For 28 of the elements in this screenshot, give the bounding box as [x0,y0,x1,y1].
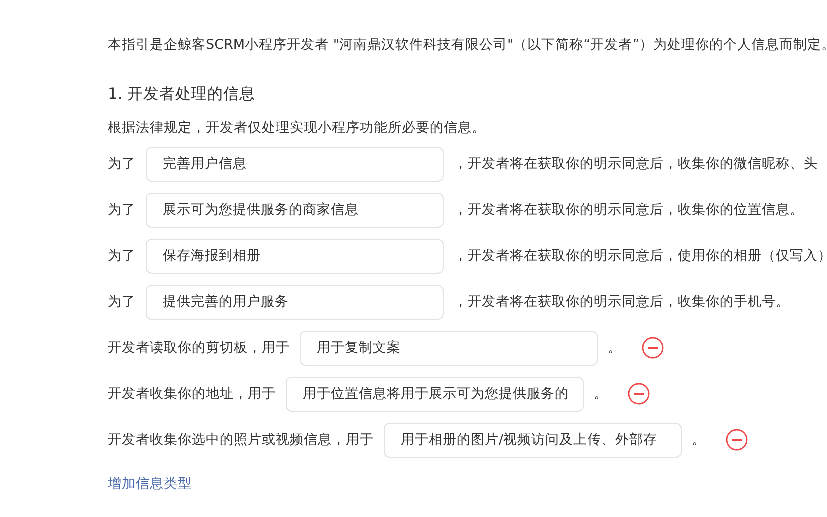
field-suffix: ，开发者将在获取你的明示同意后，使用你的相册（仅写入） [454,247,827,265]
field-label: 为了 [108,293,136,311]
field-suffix: ，开发者将在获取你的明示同意后，收集你的位置信息。 [454,201,804,219]
field-label: 开发者收集你选中的照片或视频信息，用于 [108,431,374,449]
remove-icon[interactable] [628,383,650,405]
input-field[interactable]: 用于位置信息将用于展示可为您提供服务的 [286,376,584,412]
input-field[interactable]: 完善用户信息 [146,146,444,182]
input-field[interactable]: 展示可为您提供服务的商家信息 [146,192,444,228]
input-field[interactable]: 提供完善的用户服务 [146,284,444,320]
field-label: 开发者收集你的地址，用于 [108,385,276,403]
period-text: 。 [692,431,706,449]
field-suffix: ，开发者将在获取你的明示同意后，收集你的手机号。 [454,293,790,311]
remove-icon[interactable] [726,429,748,451]
section-heading: 1. 开发者处理的信息 [108,85,256,103]
field-label: 为了 [108,201,136,219]
field-label: 为了 [108,247,136,265]
field-suffix: ，开发者将在获取你的明示同意后，收集你的微信昵称、头 [454,155,818,173]
input-field[interactable]: 用于复制文案 [300,330,598,366]
intro-text: 本指引是企鲸客SCRM小程序开发者 "河南鼎汉软件科技有限公司"（以下简称“开发者”）为处理你的个人信息而制定。 [108,37,827,53]
period-text: 。 [594,385,608,403]
section-note: 根据法律规定，开发者仅处理实现小程序功能所必要的信息。 [108,120,486,136]
remove-icon[interactable] [642,337,664,359]
input-field[interactable]: 用于相册的图片/视频访问及上传、外部存 [384,422,682,458]
add-info-type-link[interactable]: 增加信息类型 [108,476,192,492]
field-label: 为了 [108,155,136,173]
period-text: 。 [608,339,622,357]
input-field[interactable]: 保存海报到相册 [146,238,444,274]
field-label: 开发者读取你的剪切板，用于 [108,339,290,357]
